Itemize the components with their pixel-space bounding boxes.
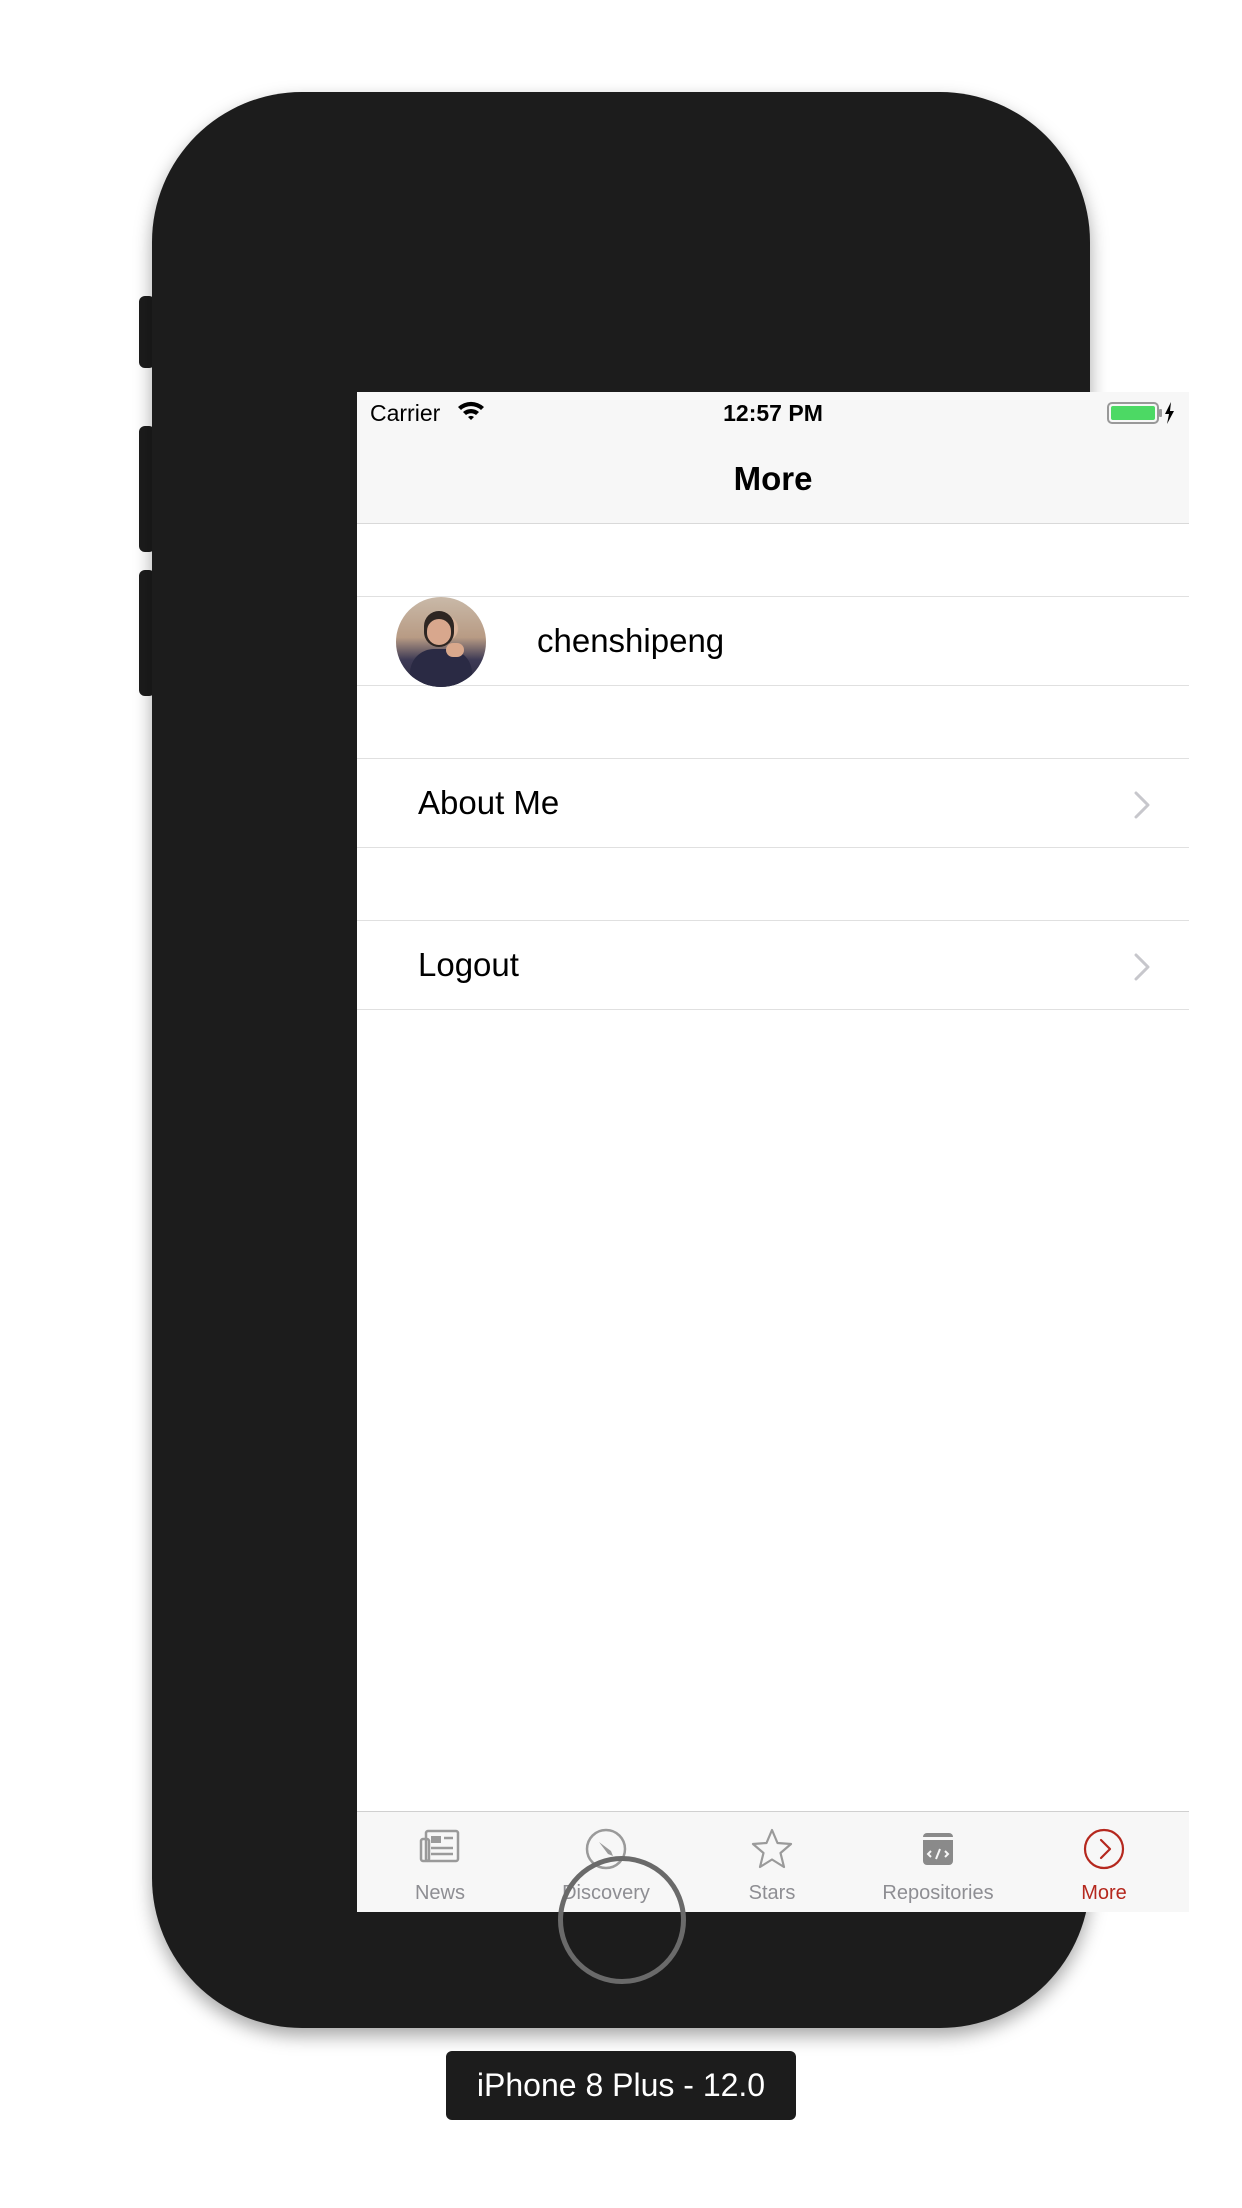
repository-icon [923,1833,953,1865]
about-me-label: About Me [418,784,560,821]
profile-row[interactable]: chenshipeng [357,596,1189,687]
tab-bar: News Discovery Stars Repositories More [357,1811,1189,1912]
username-label: chenshipeng [537,622,725,659]
tab-stars[interactable]: Stars [689,1812,855,1912]
tab-repositories-label: Repositories [882,1882,994,1904]
chevron-right-icon [1133,952,1151,987]
section-spacer [357,848,1189,920]
avatar [396,597,486,687]
simulator-device-label: iPhone 8 Plus - 12.0 [446,2051,796,2120]
battery-icon [1107,401,1177,431]
logout-row[interactable]: Logout [357,920,1189,1010]
tab-more-label: More [1081,1882,1127,1904]
newspaper-icon [419,1829,460,1863]
tab-news-label: News [414,1882,465,1904]
logout-label: Logout [418,946,519,983]
star-icon [751,1828,793,1869]
section-spacer [357,686,1189,758]
tab-news[interactable]: News [357,1812,523,1912]
navigation-bar: More [357,436,1189,524]
app-screen: Carrier 12:57 PM More chenshipeng About … [357,392,1189,1912]
page-title: More [733,460,813,497]
tab-repositories[interactable]: Repositories [855,1812,1021,1912]
clock: 12:57 PM [723,400,823,426]
more-circle-icon [1083,1828,1125,1870]
chevron-right-icon [1133,790,1151,825]
status-bar: Carrier 12:57 PM [357,392,1189,436]
device-frame: Carrier 12:57 PM More chenshipeng About … [152,92,1189,2028]
tab-more[interactable]: More [1021,1812,1187,1912]
home-button[interactable] [558,1856,686,1984]
section-spacer [357,524,1189,596]
about-me-row[interactable]: About Me [357,758,1189,848]
tab-stars-label: Stars [748,1882,796,1904]
settings-table: chenshipeng About Me Logout [357,524,1189,1010]
